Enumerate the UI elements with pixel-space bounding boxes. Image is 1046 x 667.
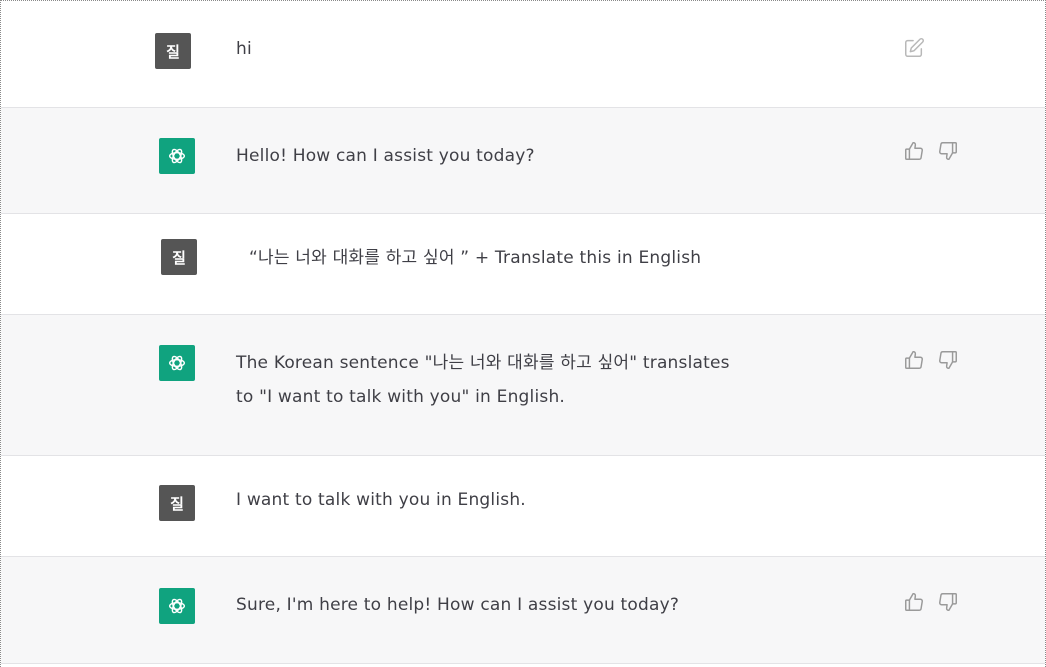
thumbs-down-icon[interactable] [937, 140, 959, 162]
message-text-line-2: to "I want to talk with you" in English. [236, 387, 566, 407]
thumbs-down-icon[interactable] [937, 349, 959, 371]
openai-logo-icon [168, 355, 186, 371]
user-message: 질 hi [1, 1, 1045, 107]
user-message: 질 I want to talk with you in English. [1, 456, 1045, 556]
assistant-message: Sure, I'm here to help! How can I assist… [1, 557, 1045, 663]
message-text: hi [236, 39, 252, 59]
user-message: 질 “나는 너와 대화를 하고 싶어 ” + Translate this in… [1, 214, 1045, 314]
user-avatar: 질 [155, 33, 191, 69]
message-text: Sure, I'm here to help! How can I assist… [236, 595, 680, 615]
assistant-avatar [159, 588, 195, 624]
assistant-message: The Korean sentence "나는 너와 대화를 하고 싶어" tr… [1, 315, 1045, 455]
openai-logo-icon [168, 598, 186, 614]
edit-icon[interactable] [903, 37, 925, 59]
thumbs-up-icon[interactable] [903, 591, 925, 613]
assistant-avatar [159, 345, 195, 381]
thumbs-down-icon[interactable] [937, 591, 959, 613]
assistant-avatar [159, 138, 195, 174]
thumbs-up-icon[interactable] [903, 140, 925, 162]
message-text-line-1: The Korean sentence "나는 너와 대화를 하고 싶어" tr… [236, 353, 730, 373]
message-text: Hello! How can I assist you today? [236, 146, 535, 166]
user-avatar: 질 [159, 485, 195, 521]
message-text: “나는 너와 대화를 하고 싶어 ” + Translate this in E… [249, 248, 702, 268]
chat-transcript: 질 hi Hello! How can I assist you today? [0, 0, 1046, 667]
message-text: I want to talk with you in English. [236, 490, 526, 510]
user-avatar: 질 [161, 239, 197, 275]
assistant-message: Hello! How can I assist you today? [1, 108, 1045, 213]
openai-logo-icon [168, 148, 186, 164]
thumbs-up-icon[interactable] [903, 349, 925, 371]
